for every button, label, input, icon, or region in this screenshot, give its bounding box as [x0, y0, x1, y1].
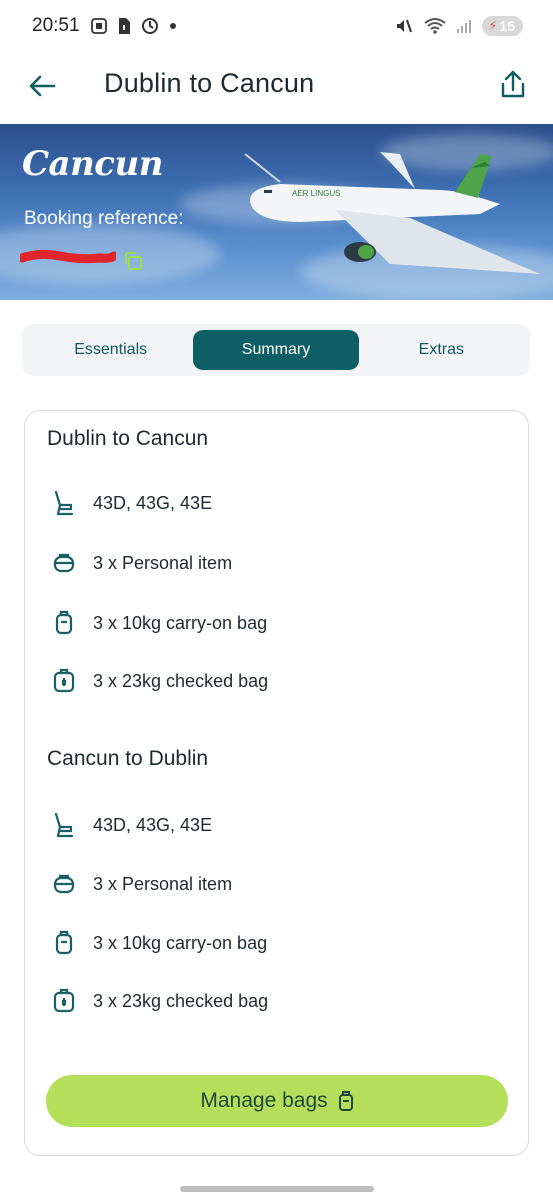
manage-bags-button[interactable]: Manage bags [46, 1075, 508, 1127]
outbound-carry-on-row: 3 x 10kg carry-on bag [49, 607, 267, 639]
sync-icon [141, 18, 158, 34]
tab-summary[interactable]: Summary [193, 330, 359, 370]
tab-essentials[interactable]: Essentials [28, 330, 193, 370]
hero-banner: AER LINGUS Cancun Booking reference: [0, 124, 553, 300]
carry-on-bag-icon [49, 928, 79, 958]
outbound-personal-item: 3 x Personal item [93, 552, 233, 573]
return-carry-on-row: 3 x 10kg carry-on bag [49, 927, 267, 959]
home-indicator[interactable] [180, 1186, 374, 1192]
seat-icon [49, 488, 79, 518]
booking-reference-redacted [20, 250, 116, 264]
summary-card: Dublin to Cancun 43D, 43G, 43E 3 x Perso… [24, 410, 529, 1156]
status-right: ⚡ 15 [394, 16, 523, 36]
svg-text:AER LINGUS: AER LINGUS [292, 189, 340, 198]
battery-level: 15 [499, 18, 515, 34]
return-personal-item: 3 x Personal item [93, 873, 233, 894]
sim-icon [118, 18, 130, 34]
back-button[interactable] [24, 68, 60, 104]
airplane-image: AER LINGUS [244, 152, 540, 274]
status-bar: 20:51 ⚡ 15 [0, 0, 553, 52]
personal-item-icon [49, 869, 79, 899]
return-checked-row: 3 x 23kg checked bag [49, 985, 268, 1017]
wifi-icon [424, 18, 446, 34]
outbound-seats-row: 43D, 43G, 43E [49, 487, 212, 519]
carry-on-bag-icon [338, 1091, 353, 1111]
app-header: Dublin to Cancun [0, 52, 553, 124]
outbound-personal-item-row: 3 x Personal item [49, 547, 232, 579]
tab-bar: Essentials Summary Extras [22, 324, 530, 376]
mute-icon [397, 19, 413, 33]
manage-bags-label: Manage bags [200, 1089, 328, 1112]
tab-extras[interactable]: Extras [359, 330, 524, 370]
seat-icon [49, 810, 79, 840]
status-left-icons [90, 16, 177, 36]
carry-on-bag-icon [49, 608, 79, 638]
share-icon [501, 70, 525, 98]
checked-bag-icon [49, 986, 79, 1016]
dot-icon [169, 23, 176, 29]
status-time: 20:51 [32, 15, 80, 36]
outbound-checked-row: 3 x 23kg checked bag [49, 665, 268, 697]
outbound-checked: 3 x 23kg checked bag [93, 670, 269, 691]
personal-item-icon [49, 548, 79, 578]
charging-icon: ⚡ [488, 18, 498, 33]
return-carry-on: 3 x 10kg carry-on bag [93, 932, 268, 953]
page-title: Dublin to Cancun [104, 68, 315, 98]
share-button[interactable] [495, 66, 531, 104]
return-seats: 43D, 43G, 43E [93, 814, 213, 835]
screenshot-icon [90, 18, 107, 34]
return-personal-item-row: 3 x Personal item [49, 868, 232, 900]
copy-icon[interactable] [122, 250, 144, 272]
outbound-carry-on: 3 x 10kg carry-on bag [93, 612, 268, 633]
return-route-title: Cancun to Dublin [47, 747, 209, 770]
return-seats-row: 43D, 43G, 43E [49, 809, 212, 841]
battery-indicator: ⚡ 15 [482, 16, 523, 36]
booking-reference-label: Booking reference: [24, 208, 184, 229]
destination-name: Cancun [22, 144, 163, 184]
outbound-route-title: Dublin to Cancun [47, 427, 209, 450]
arrow-left-icon [29, 75, 56, 97]
signal-icon [457, 20, 472, 33]
checked-bag-icon [49, 666, 79, 696]
outbound-seats: 43D, 43G, 43E [93, 492, 213, 513]
return-checked: 3 x 23kg checked bag [93, 990, 269, 1011]
